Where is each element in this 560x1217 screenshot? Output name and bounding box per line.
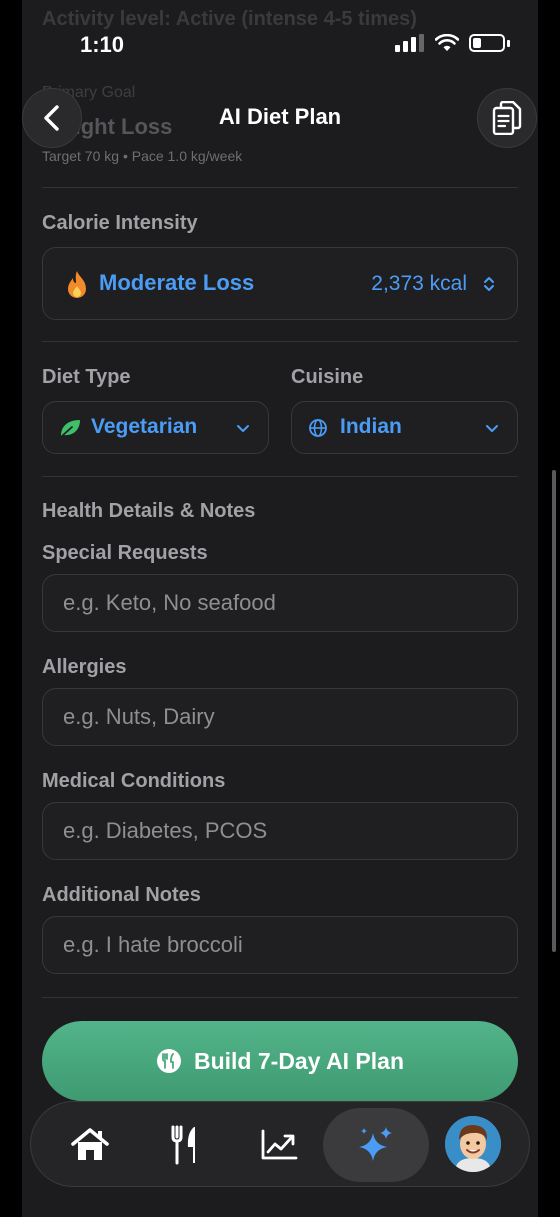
- special-requests-label: Special Requests: [42, 542, 208, 564]
- status-icons: [395, 34, 510, 52]
- cuisine-select[interactable]: Indian: [291, 401, 518, 454]
- tab-home[interactable]: [65, 1120, 115, 1170]
- copy-button[interactable]: [477, 88, 537, 148]
- status-time: 1:10: [80, 32, 125, 57]
- calorie-intensity-value: Moderate Loss: [99, 270, 255, 295]
- globe-icon: [309, 419, 327, 437]
- special-requests-placeholder: e.g. Keto, No seafood: [63, 590, 276, 615]
- chevron-up-down-icon: [484, 277, 494, 291]
- leaf-icon: [61, 420, 80, 437]
- divider: [42, 476, 518, 477]
- chevron-down-icon: [486, 425, 498, 432]
- battery-icon: [469, 34, 505, 52]
- fork-knife-icon: [156, 1049, 181, 1073]
- target-pace-text: Target 70 kg • Pace 1.0 kg/week: [42, 148, 243, 164]
- allergies-label: Allergies: [42, 656, 127, 678]
- build-plan-button[interactable]: Build 7-Day AI Plan: [42, 1021, 518, 1101]
- chart-icon: [261, 1129, 298, 1160]
- divider: [42, 341, 518, 342]
- additional-notes-placeholder: e.g. I hate broccoli: [63, 932, 243, 957]
- cellular-signal-icon: [395, 34, 424, 52]
- medical-conditions-placeholder: e.g. Diabetes, PCOS: [63, 818, 268, 843]
- allergies-input[interactable]: e.g. Nuts, Dairy: [42, 688, 518, 746]
- chevron-down-icon: [237, 425, 249, 432]
- divider: [42, 187, 518, 188]
- flame-icon: [68, 271, 86, 298]
- tab-ai-plan[interactable]: [351, 1120, 401, 1170]
- diet-type-select[interactable]: Vegetarian: [42, 401, 269, 454]
- tab-profile-avatar[interactable]: [445, 1116, 501, 1172]
- scrollbar[interactable]: [552, 470, 556, 952]
- tab-meals[interactable]: [159, 1120, 209, 1170]
- build-plan-label: Build 7-Day AI Plan: [193, 1047, 405, 1074]
- medical-conditions-label: Medical Conditions: [42, 770, 226, 792]
- health-details-heading: Health Details & Notes: [42, 500, 256, 522]
- wifi-icon: [435, 34, 459, 51]
- cuisine-label: Cuisine: [291, 366, 364, 388]
- medical-conditions-input[interactable]: e.g. Diabetes, PCOS: [42, 802, 518, 860]
- page-title: AI Diet Plan: [218, 104, 342, 129]
- diet-type-value: Vegetarian: [91, 415, 198, 438]
- copy-icon: [492, 101, 522, 135]
- tab-bar: [30, 1101, 530, 1187]
- tab-progress[interactable]: [254, 1120, 304, 1170]
- divider: [42, 997, 518, 998]
- home-icon: [71, 1128, 109, 1160]
- diet-type-label: Diet Type: [42, 366, 131, 388]
- fork-knife-icon: [171, 1125, 195, 1165]
- cuisine-value: Indian: [340, 415, 402, 438]
- sparkles-icon: [359, 1127, 392, 1161]
- calorie-intensity-label: Calorie Intensity: [42, 212, 198, 234]
- calorie-intensity-picker[interactable]: Moderate Loss 2,373 kcal: [42, 247, 518, 320]
- additional-notes-input[interactable]: e.g. I hate broccoli: [42, 916, 518, 974]
- allergies-placeholder: e.g. Nuts, Dairy: [63, 704, 215, 729]
- special-requests-input[interactable]: e.g. Keto, No seafood: [42, 574, 518, 632]
- battery-tip: [507, 39, 510, 47]
- additional-notes-label: Additional Notes: [42, 884, 201, 906]
- calorie-kcal-value: 2,373 kcal: [371, 272, 467, 295]
- avatar: [445, 1116, 501, 1172]
- activity-level-text: Activity level: Active (intense 4-5 time…: [42, 8, 417, 30]
